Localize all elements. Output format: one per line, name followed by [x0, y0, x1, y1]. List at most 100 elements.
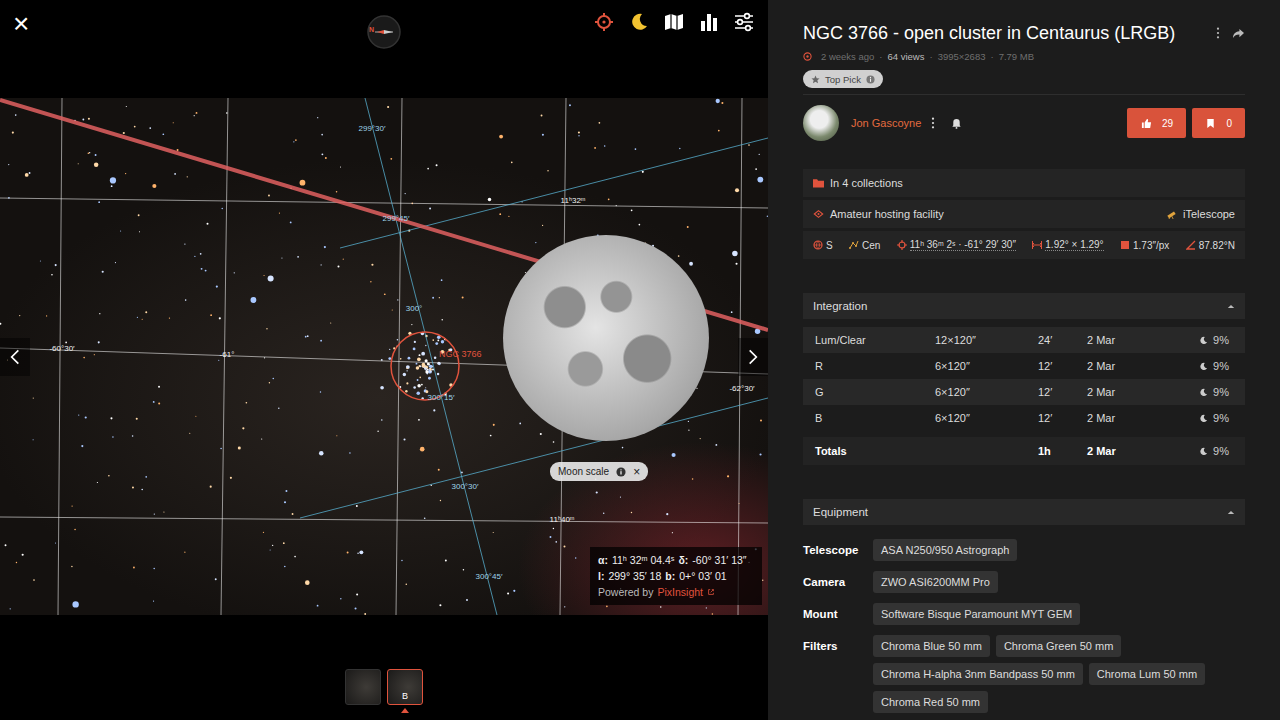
moon-scale-badge: Moon scale × [550, 462, 648, 481]
moon-phase-icon [1199, 388, 1208, 397]
grid-label: -60°30′ [49, 344, 74, 353]
equipment-tag[interactable]: Chroma Green 50 mm [996, 635, 1121, 657]
public-icon [803, 52, 812, 61]
thumbnail[interactable]: B [387, 669, 423, 705]
crosshair-icon [594, 12, 614, 32]
hosting-provider[interactable]: iTelescope [1183, 208, 1235, 220]
star-icon [811, 75, 820, 84]
folder-icon [813, 178, 824, 188]
info-icon[interactable] [866, 75, 875, 84]
grid-label: -62°30′ [729, 384, 754, 393]
crosshair-button[interactable] [594, 12, 614, 32]
equipment-row: Mount Software Bisque Paramount MYT GEM [803, 603, 1245, 625]
constellation-info: Cen [849, 240, 880, 251]
crosshair-icon [897, 240, 907, 250]
previous-button[interactable] [0, 338, 30, 376]
thumbnail[interactable] [345, 669, 381, 705]
info-card: In 4 collections Amateur hosting facilit… [803, 169, 1245, 259]
integration-row: B6×120″12′2 Mar 9% [803, 405, 1245, 431]
equipment-tag[interactable]: ASA N250/950 Astrograph [873, 539, 1017, 561]
grid-label: 300°45′ [476, 572, 503, 581]
hosting-icon [813, 209, 824, 219]
equipment-header[interactable]: Equipment [803, 499, 1245, 525]
grid-label: 11ʰ32ᵐ [561, 196, 586, 205]
chevron-left-icon [10, 348, 20, 366]
compass: N [366, 14, 402, 50]
equipment-row: Camera ZWO ASI6200MM Pro [803, 571, 1245, 593]
equipment-tag[interactable]: Chroma Lum 50 mm [1089, 663, 1205, 685]
moon-scale-label: Moon scale [558, 466, 609, 477]
user-avatar[interactable] [803, 105, 839, 141]
top-pick-badge[interactable]: Top Pick [803, 70, 883, 88]
integration-totals: Totals1h2 Mar 9% [803, 437, 1245, 465]
app: × N 299°30′299°45′11ʰ32ᵐ300°-60°30′-61°3… [0, 0, 1280, 720]
external-link-icon [707, 588, 715, 596]
orientation-info: 87.82°N [1186, 240, 1235, 251]
grid-label: -61° [220, 350, 235, 359]
selected-marker [401, 708, 409, 713]
map-button[interactable] [664, 12, 684, 32]
chart-button[interactable] [699, 12, 719, 32]
astrometry-row: S Cen 11ʰ 36ᵐ 2ˢ · -61° 29′ 30″ 1.92° × … [803, 231, 1245, 259]
map-icon [664, 12, 684, 32]
moon-scale-image [503, 235, 709, 441]
moon-phase-icon [1199, 362, 1208, 371]
equipment-tag[interactable]: Chroma Red 50 mm [873, 691, 988, 713]
grid-label: 11ʰ40ᵐ [550, 515, 575, 524]
moon-button[interactable] [629, 12, 649, 32]
coordinates-info: 11ʰ 36ᵐ 2ˢ · -61° 29′ 30″ [897, 239, 1016, 251]
grid-label: 300°15′ [428, 393, 455, 402]
bell-icon[interactable] [951, 118, 962, 129]
integration-row: R6×120″12′2 Mar 9% [803, 353, 1245, 379]
equipment-tag[interactable]: ZWO ASI6200MM Pro [873, 571, 998, 593]
next-button[interactable] [738, 338, 768, 376]
caret-icon [1227, 304, 1235, 309]
caret-icon [1227, 510, 1235, 515]
sliders-button[interactable] [734, 12, 754, 32]
collections-row[interactable]: In 4 collections [803, 169, 1245, 197]
thumbnail-strip: B [0, 615, 768, 720]
integration-row: G6×120″12′2 Mar 9% [803, 379, 1245, 405]
pixinsight-link[interactable]: PixInsight [657, 584, 703, 600]
pixel-scale-icon [1120, 240, 1130, 250]
integration-header[interactable]: Integration [803, 293, 1245, 319]
bookmark-button[interactable]: 0 [1192, 108, 1245, 138]
grid-label: 300° [406, 304, 423, 313]
details-panel: NGC 3766 - open cluster in Centaurus (LR… [768, 0, 1280, 720]
info-icon[interactable] [616, 467, 626, 477]
equatorial-coordinates: α:11ʰ 32ᵐ 04.4ˢδ:-60° 31′ 13″ [598, 552, 754, 568]
histogram-icon [699, 12, 719, 32]
sliders-icon [734, 12, 754, 32]
moon-icon [629, 12, 649, 32]
bookmark-icon [1205, 118, 1216, 129]
like-button[interactable]: 29 [1127, 108, 1186, 138]
powered-by: Powered byPixInsight [598, 584, 754, 600]
moon-phase-icon [1199, 447, 1208, 456]
user-row: Jon Gascoyne 29 0 [803, 105, 1245, 141]
astro-image[interactable]: 299°30′299°45′11ʰ32ᵐ300°-60°30′-61°300°1… [0, 98, 768, 615]
constellation-icon [849, 240, 859, 250]
more-icon[interactable] [1216, 27, 1220, 39]
thumbnail-item: B [387, 669, 423, 713]
grid-label: 300°30′ [452, 482, 479, 491]
image-title: NGC 3766 - open cluster in Centaurus (LR… [803, 20, 1204, 46]
field-info: 1.92° × 1.29° [1032, 239, 1103, 251]
equipment-row: Filters Chroma Blue 50 mmChroma Green 50… [803, 635, 1245, 713]
moon-scale-close-button[interactable]: × [633, 466, 640, 478]
share-icon[interactable] [1232, 28, 1245, 39]
moon-phase-icon [1199, 414, 1208, 423]
hemisphere-info: S [813, 240, 833, 251]
user-menu-icon[interactable] [931, 117, 935, 129]
image-meta: 2 weeks ago· 64 views· 3995×2683· 7.79 M… [803, 48, 1245, 64]
compass-north-label: N [369, 26, 374, 33]
equipment-tag[interactable]: Software Bisque Paramount MYT GEM [873, 603, 1080, 625]
equipment-tag[interactable]: Chroma H-alpha 3nm Bandpass 50 mm [873, 663, 1083, 685]
thumbs-up-icon [1141, 118, 1152, 129]
equipment-row: Telescope ASA N250/950 Astrograph [803, 539, 1245, 561]
user-name[interactable]: Jon Gascoyne [851, 117, 921, 129]
close-button[interactable]: × [13, 8, 29, 40]
hosting-row: Amateur hosting facility iTelescope [803, 200, 1245, 228]
thumbnail-item [345, 669, 381, 713]
grid-label: 299°45′ [383, 214, 410, 223]
equipment-tag[interactable]: Chroma Blue 50 mm [873, 635, 990, 657]
